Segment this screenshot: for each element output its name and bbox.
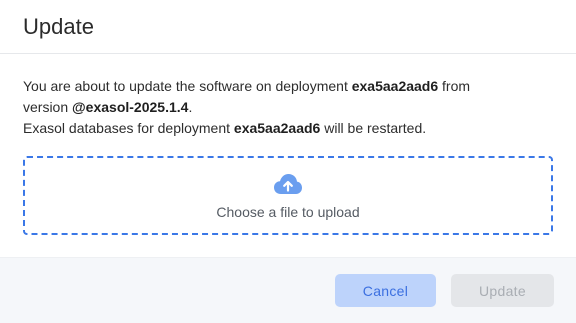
update-message: You are about to update the software on … <box>23 76 553 139</box>
update-dialog: Update You are about to update the softw… <box>0 0 576 323</box>
deployment-id: exa5aa2aad6 <box>351 78 439 94</box>
update-button[interactable]: Update <box>451 274 554 307</box>
message-text: Exasol databases for deployment <box>23 120 234 136</box>
dialog-title: Update <box>23 13 94 39</box>
version-label: @exasol-2025.1.4 <box>72 99 189 115</box>
cloud-upload-icon <box>274 174 302 194</box>
message-text: version <box>23 99 73 115</box>
message-text: from <box>438 78 471 94</box>
message-text: will be restarted. <box>320 120 427 136</box>
deployment-id: exa5aa2aad6 <box>233 120 321 136</box>
dropzone-label: Choose a file to upload <box>216 204 360 220</box>
message-text: You are about to update the software on … <box>23 78 352 94</box>
message-text: . <box>188 99 193 115</box>
dialog-header: Update <box>0 0 576 54</box>
dialog-body: You are about to update the software on … <box>0 54 576 235</box>
dialog-footer: Cancel Update <box>0 257 576 323</box>
file-upload-dropzone[interactable]: Choose a file to upload <box>23 156 553 235</box>
cancel-button[interactable]: Cancel <box>335 274 436 307</box>
